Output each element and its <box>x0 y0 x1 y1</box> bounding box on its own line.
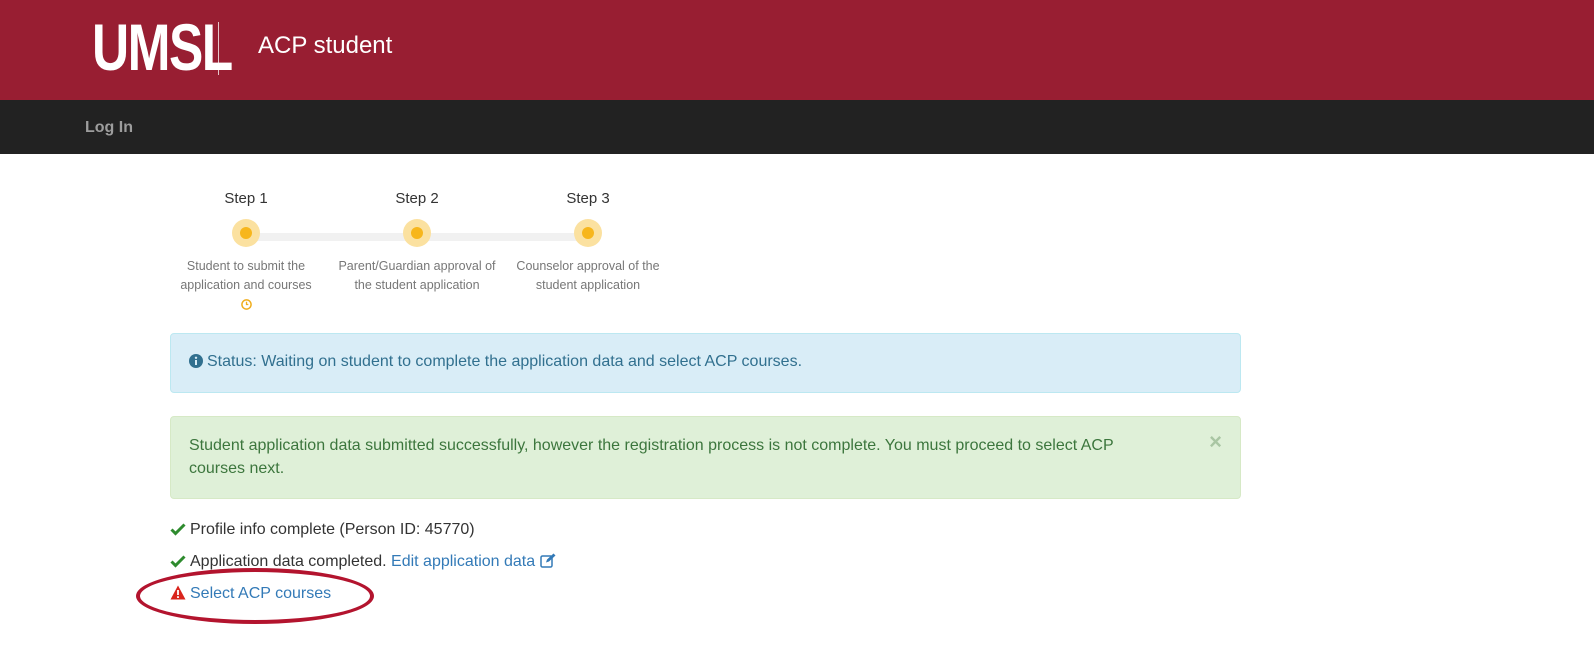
step-title: Step 1 <box>224 190 268 207</box>
clock-icon <box>240 297 252 316</box>
step-3: Step 3 Counselor approval of the student… <box>508 190 668 295</box>
step-description-line: student application <box>535 278 641 292</box>
step-title: Step 3 <box>566 190 610 207</box>
step-description-line: Counselor approval of the <box>516 259 660 273</box>
logo-divider <box>218 22 219 75</box>
courses-status-row: Select ACP courses <box>170 585 331 607</box>
step-indicator <box>403 219 431 247</box>
status-text: Status: Waiting on student to complete t… <box>207 353 803 370</box>
step-description: Counselor approval of the student applic… <box>508 257 668 295</box>
profile-status-row: Profile info complete (Person ID: 45770) <box>170 521 475 543</box>
check-icon <box>170 522 186 541</box>
success-message: Student application data submitted succe… <box>189 437 1114 477</box>
step-description-line: the student application <box>354 278 480 292</box>
close-alert-button[interactable]: × <box>1209 431 1222 453</box>
site-header: UMSL ACP student <box>0 0 1594 100</box>
top-navbar: Log In <box>0 100 1594 154</box>
progress-steps: Step 1 Student to submit the application… <box>170 190 690 320</box>
step-2: Step 2 Parent/Guardian approval of the s… <box>337 190 497 295</box>
edit-icon[interactable] <box>539 553 556 573</box>
step-title: Step 2 <box>395 190 439 207</box>
application-status-row: Application data completed. Edit applica… <box>170 553 556 575</box>
status-alert: Status: Waiting on student to complete t… <box>170 333 1241 393</box>
step-indicator <box>232 219 260 247</box>
step-indicator <box>574 219 602 247</box>
app-title[interactable]: ACP student <box>258 32 392 60</box>
profile-status-text: Profile info complete (Person ID: 45770) <box>190 521 475 538</box>
step-description-line: Student to submit the <box>186 259 306 273</box>
step-description-line: Parent/Guardian approval of <box>338 259 496 273</box>
warning-icon <box>170 585 186 605</box>
edit-application-label[interactable]: Edit application data <box>391 553 535 570</box>
umsl-logo[interactable]: UMSL <box>92 14 233 80</box>
step-description: Parent/Guardian approval of the student … <box>337 257 497 295</box>
login-link[interactable]: Log In <box>85 119 133 137</box>
step-1: Step 1 Student to submit the application… <box>166 190 326 316</box>
select-acp-courses-link[interactable]: Select ACP courses <box>190 585 331 602</box>
step-description-line: application and courses <box>180 278 312 292</box>
info-circle-icon <box>189 354 203 373</box>
application-status-text: Application data completed. <box>190 553 387 570</box>
success-alert: Student application data submitted succe… <box>170 416 1241 499</box>
step-description: Student to submit the application and co… <box>166 257 326 316</box>
check-icon <box>170 554 186 573</box>
edit-application-link[interactable]: Edit application data <box>391 553 556 570</box>
